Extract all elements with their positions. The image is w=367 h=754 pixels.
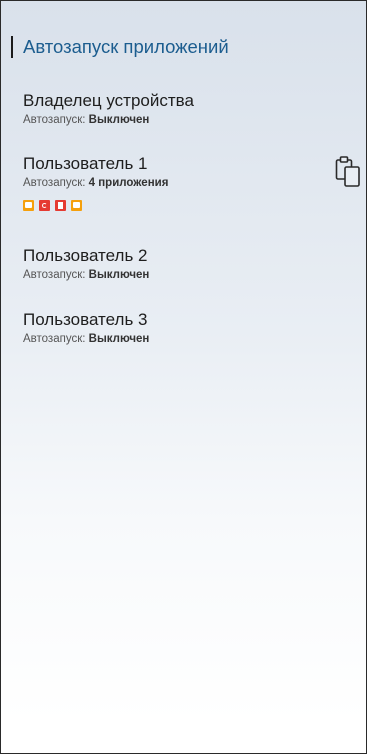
autostart-value: Выключен bbox=[88, 269, 150, 281]
autostart-status: Автозапуск: Выключен bbox=[23, 113, 366, 128]
user-name: Пользователь 2 bbox=[23, 246, 148, 265]
user-name: Пользователь 3 bbox=[23, 310, 148, 329]
autostart-status: Автозапуск: Выключен bbox=[23, 268, 366, 283]
clipboard-icon[interactable] bbox=[334, 154, 362, 188]
autostart-value: Выключен bbox=[88, 114, 150, 126]
autostart-value: Выключен bbox=[88, 333, 150, 345]
notes-app-icon bbox=[23, 200, 34, 211]
sync-app-icon bbox=[39, 200, 50, 211]
user-item-1[interactable]: Пользователь 1 Автозапуск: 4 приложения bbox=[23, 154, 366, 211]
autostart-status: Автозапуск: Выключен bbox=[23, 332, 366, 347]
autostart-label: Автозапуск: bbox=[23, 114, 86, 126]
autostart-label: Автозапуск: bbox=[23, 177, 86, 189]
page-header: Автозапуск приложений bbox=[1, 33, 366, 61]
user-item-3[interactable]: Пользователь 3 Автозапуск: Выключен bbox=[23, 310, 366, 347]
autostart-screen: Автозапуск приложений Владелец устройств… bbox=[0, 0, 367, 754]
document-app-icon bbox=[55, 200, 66, 211]
autostart-value: 4 приложения bbox=[88, 177, 169, 189]
autostart-status: Автозапуск: 4 приложения bbox=[23, 176, 366, 191]
header-accent-bar bbox=[11, 36, 13, 58]
autostart-app-icons bbox=[23, 200, 366, 211]
user-name: Владелец устройства bbox=[23, 91, 194, 110]
notes-app-icon bbox=[71, 200, 82, 211]
autostart-label: Автозапуск: bbox=[23, 333, 86, 345]
autostart-label: Автозапуск: bbox=[23, 269, 86, 281]
user-name: Пользователь 1 bbox=[23, 154, 148, 173]
user-item-owner[interactable]: Владелец устройства Автозапуск: Выключен bbox=[23, 91, 366, 128]
user-item-2[interactable]: Пользователь 2 Автозапуск: Выключен bbox=[23, 246, 366, 283]
clipboard-icon-graphic bbox=[335, 156, 360, 187]
page-title: Автозапуск приложений bbox=[23, 36, 229, 57]
